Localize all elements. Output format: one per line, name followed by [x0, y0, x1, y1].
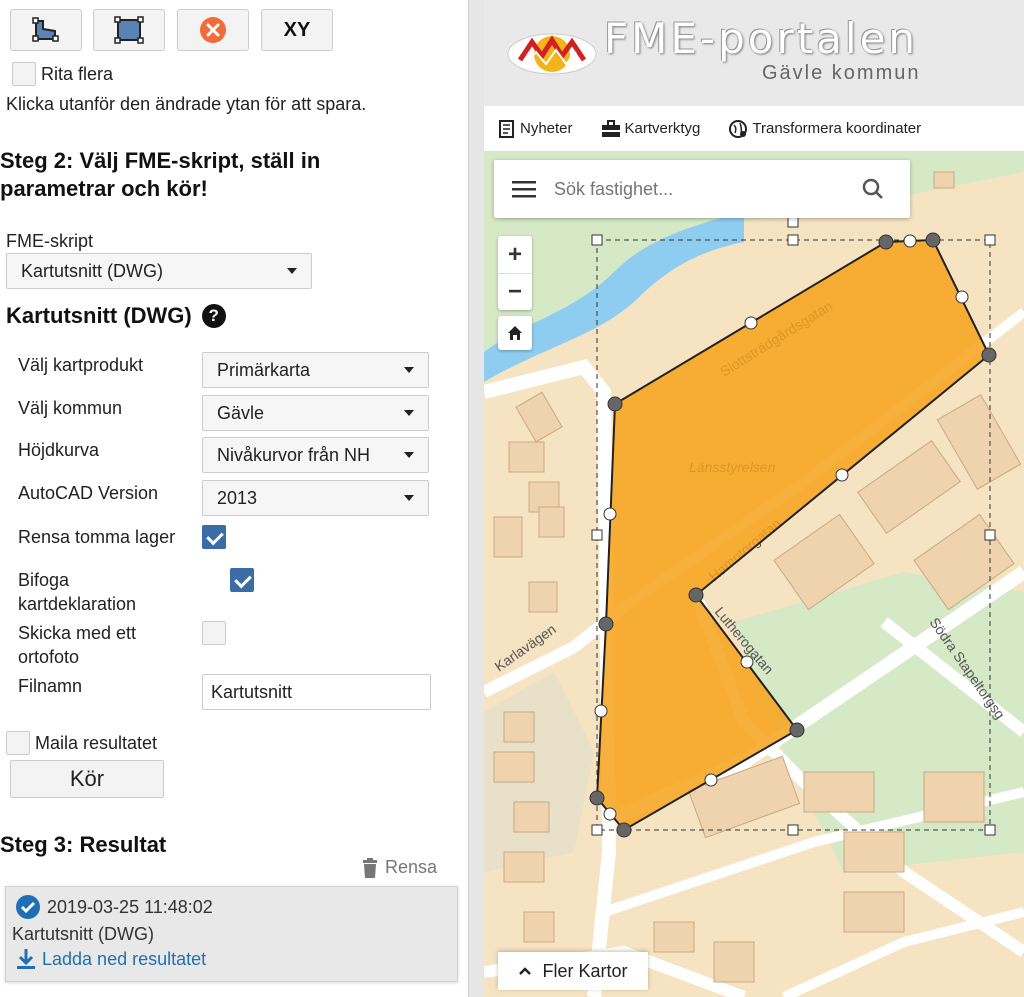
menu-icon[interactable]: [512, 180, 536, 198]
mail-row: Maila resultatet: [6, 731, 157, 755]
xy-button[interactable]: XY: [261, 9, 333, 51]
check-circle-icon: [16, 895, 40, 919]
globe-icon: [729, 119, 748, 138]
home-button[interactable]: [498, 316, 532, 350]
draw-multiple-label: Rita flera: [41, 63, 114, 84]
draw-polygon-icon: [32, 17, 59, 42]
step3-title: Steg 3: Resultat: [0, 832, 167, 857]
clear-results-button[interactable]: Rensa: [362, 857, 437, 878]
clear-drawing-button[interactable]: [177, 9, 249, 51]
zoom-out-button[interactable]: −: [498, 273, 532, 310]
draw-rectangle-icon: [114, 16, 144, 44]
chevron-down-icon: [287, 268, 297, 274]
kommun-value: Gävle: [217, 402, 265, 423]
filnamn-label: Filnamn: [18, 676, 83, 696]
hojdkurva-label: Höjdkurva: [18, 440, 100, 460]
draw-multiple-checkbox[interactable]: [12, 62, 36, 86]
chevron-down-icon: [404, 367, 414, 373]
map-panel: FME-portalen Gävle kommun Nyheter Kartve…: [484, 0, 1024, 997]
chevron-down-icon: [404, 495, 414, 501]
ortofoto-label: Skicka med ett ortofoto: [18, 623, 137, 667]
home-icon: [508, 326, 522, 340]
autocad-label: AutoCAD Version: [18, 483, 159, 503]
xy-label: XY: [283, 18, 311, 41]
app-subtitle: Gävle kommun: [762, 62, 921, 84]
fme-logo-icon: [507, 33, 597, 75]
menu-item-label: Nyheter: [520, 120, 573, 137]
more-maps-button[interactable]: Fler Kartor: [498, 952, 648, 990]
mail-checkbox[interactable]: [6, 731, 30, 755]
download-label: Ladda ned resultatet: [42, 948, 207, 969]
result-header: 2019-03-25 11:48:02: [16, 895, 213, 919]
clear-icon: [200, 17, 226, 43]
search-bar: [494, 160, 910, 218]
menu-item-kartverktyg[interactable]: Kartverktyg: [601, 119, 701, 138]
header: FME-portalen Gävle kommun: [484, 0, 1024, 106]
result-name: Kartutsnitt (DWG): [12, 924, 155, 944]
map-graphic: Slottsträdgårdsgatan Hamntorgatan Luther…: [484, 152, 1024, 997]
kommun-select[interactable]: Gävle: [202, 395, 429, 431]
search-input[interactable]: [554, 178, 854, 200]
filnamn-value: Kartutsnitt: [211, 681, 293, 702]
toolbox-icon: [601, 119, 620, 137]
trash-icon: [363, 857, 377, 878]
kartprodukt-value: Primärkarta: [217, 359, 311, 380]
kartprodukt-label: Välj kartprodukt: [18, 355, 144, 375]
download-link[interactable]: Ladda ned resultatet: [16, 948, 206, 970]
menu-item-nyheter[interactable]: Nyheter: [498, 119, 573, 138]
result-item: 2019-03-25 11:48:02 Kartutsnitt (DWG) La…: [5, 886, 458, 982]
bifoga-label: Bifoga kartdeklaration: [18, 570, 137, 614]
hojdkurva-select[interactable]: Nivåkurvor från NH: [202, 437, 429, 473]
tool-panel: XY Rita flera Klicka utanför den ändrade…: [0, 0, 468, 997]
run-button[interactable]: Kör: [10, 760, 164, 798]
download-icon: [17, 949, 35, 969]
script-label: FME-skript: [6, 231, 93, 251]
kartprodukt-select[interactable]: Primärkarta: [202, 352, 429, 388]
zoom-control: + −: [498, 236, 532, 310]
menu-item-label: Transformera koordinater: [752, 120, 922, 137]
app-title: FME-portalen: [604, 14, 919, 63]
chevron-down-icon: [404, 452, 414, 458]
mail-label: Maila resultatet: [35, 732, 158, 753]
zoom-in-button[interactable]: +: [498, 236, 532, 273]
filnamn-input[interactable]: Kartutsnitt: [202, 674, 431, 710]
clear-results-label: Rensa: [385, 857, 438, 877]
chevron-down-icon: [404, 410, 414, 416]
section-header: Kartutsnitt (DWG) ?: [6, 303, 226, 329]
result-timestamp: 2019-03-25 11:48:02: [47, 896, 213, 917]
rensa-checkbox[interactable]: [202, 525, 226, 549]
news-icon: [499, 119, 514, 138]
panel-splitter[interactable]: [468, 0, 484, 997]
hojdkurva-value: Nivåkurvor från NH: [217, 444, 371, 465]
bifoga-checkbox[interactable]: [230, 568, 255, 592]
menu-bar: Nyheter Kartverktyg Transformera koordin…: [484, 106, 1024, 152]
draw-polygon-button[interactable]: [10, 9, 82, 51]
help-icon[interactable]: ?: [201, 304, 226, 328]
more-maps-label: Fler Kartor: [542, 960, 628, 981]
menu-item-label: Kartverktyg: [624, 120, 701, 137]
ortofoto-checkbox[interactable]: [202, 621, 226, 645]
autocad-value: 2013: [217, 487, 258, 508]
kommun-label: Välj kommun: [18, 398, 123, 418]
section-title: Kartutsnitt (DWG): [6, 303, 192, 328]
save-hint: Klicka utanför den ändrade ytan för att …: [6, 94, 367, 114]
menu-item-transformera[interactable]: Transformera koordinater: [728, 119, 921, 139]
draw-multiple-row: Rita flera: [12, 62, 113, 86]
script-select[interactable]: Kartutsnitt (DWG): [6, 253, 312, 289]
chevron-up-icon: [519, 967, 532, 975]
rensa-label: Rensa tomma lager: [18, 527, 176, 547]
map-canvas[interactable]: Slottsträdgårdsgatan Hamntorgatan Luther…: [484, 152, 1024, 997]
step2-title: Steg 2: Välj FME-skript, ställ in parame…: [0, 148, 321, 201]
script-select-value: Kartutsnitt (DWG): [21, 260, 164, 281]
search-icon[interactable]: [862, 178, 884, 200]
autocad-select[interactable]: 2013: [202, 480, 429, 516]
draw-rectangle-button[interactable]: [93, 9, 165, 51]
